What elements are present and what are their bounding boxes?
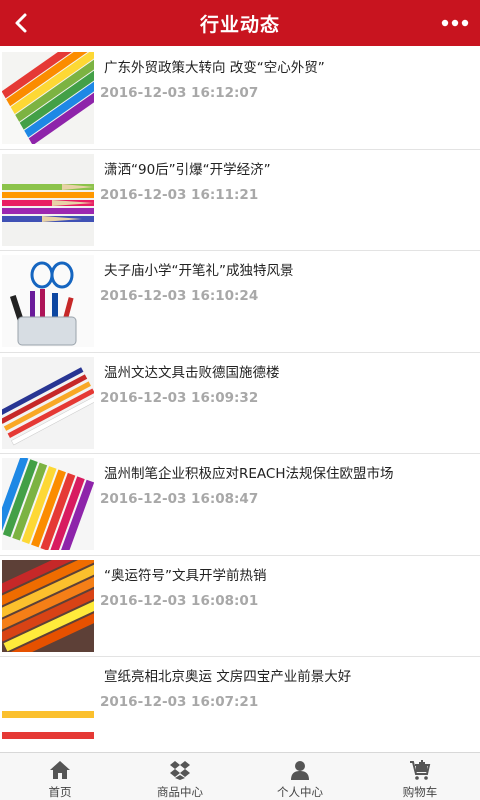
news-date: 2016-12-03 16:12:07 (100, 85, 259, 101)
news-title: 夫子庙小学“开笔礼”成独特风景 (104, 263, 294, 279)
tab-products-label: 商品中心 (157, 785, 203, 799)
news-date: 2016-12-03 16:09:32 (100, 389, 259, 406)
app-header: 行业动态 (0, 0, 480, 46)
news-title: 潇洒“90后”引爆“开学经济” (104, 161, 271, 178)
news-thumbnail (2, 255, 94, 347)
news-title: 温州制笔企业积极应对REACH法规保住欧盟市场 (104, 466, 394, 482)
news-list: 广东外贸政策大转向 改变“空心外贸” 2016-12-03 16:12:07 潇… (0, 48, 480, 759)
dropbox-box-icon (170, 761, 190, 780)
news-title: 宣纸亮相北京奥运 文房四宝产业前景大好 (104, 669, 352, 685)
news-item[interactable]: 宣纸亮相北京奥运 文房四宝产业前景大好 2016-12-03 16:07:21 (0, 657, 480, 759)
tab-home-label: 首页 (48, 785, 72, 799)
page-title: 行业动态 (199, 13, 280, 36)
news-item[interactable]: 广东外贸政策大转向 改变“空心外贸” 2016-12-03 16:12:07 (0, 48, 480, 150)
user-icon (291, 761, 309, 780)
back-arrow-icon[interactable] (6, 7, 38, 39)
tab-profile-label: 个人中心 (277, 785, 323, 799)
news-item[interactable]: 温州文达文具击败德国施德楼 2016-12-03 16:09:32 (0, 352, 480, 454)
tab-cart[interactable]: 购物车 (360, 753, 480, 800)
news-thumbnail (2, 559, 94, 652)
tab-home[interactable]: 首页 (0, 753, 120, 800)
news-date: 2016-12-03 16:07:21 (100, 694, 259, 710)
more-options-icon[interactable] (440, 10, 470, 36)
tab-cart-label: 购物车 (402, 785, 438, 799)
news-thumbnail (2, 153, 94, 246)
news-date: 2016-12-03 16:10:24 (100, 288, 259, 304)
news-item[interactable]: 温州制笔企业积极应对REACH法规保住欧盟市场 2016-12-03 16:08… (0, 454, 480, 556)
news-thumbnail (2, 356, 94, 449)
news-item[interactable]: 夫子庙小学“开笔礼”成独特风景 2016-12-03 16:10:24 (0, 251, 480, 353)
tab-products[interactable]: 商品中心 (120, 753, 240, 800)
home-icon (50, 761, 70, 779)
tab-profile[interactable]: 个人中心 (240, 753, 360, 800)
news-title: 广东外贸政策大转向 改变“空心外贸” (104, 60, 325, 76)
news-date: 2016-12-03 16:08:01 (100, 592, 259, 609)
news-thumbnail (2, 52, 94, 144)
news-title: “奥运符号”文具开学前热销 (104, 567, 267, 584)
news-title: 温州文达文具击败德国施德楼 (104, 364, 280, 381)
news-date: 2016-12-03 16:08:47 (100, 491, 259, 507)
cart-icon (410, 760, 431, 780)
news-date: 2016-12-03 16:11:21 (100, 186, 259, 203)
news-item[interactable]: 潇洒“90后”引爆“开学经济” 2016-12-03 16:11:21 (0, 149, 480, 251)
news-item[interactable]: “奥运符号”文具开学前热销 2016-12-03 16:08:01 (0, 555, 480, 657)
bottom-tab-bar: 首页 商品中心 个人中心 购物车 (0, 752, 480, 800)
news-thumbnail (2, 661, 94, 753)
news-thumbnail (2, 458, 94, 550)
